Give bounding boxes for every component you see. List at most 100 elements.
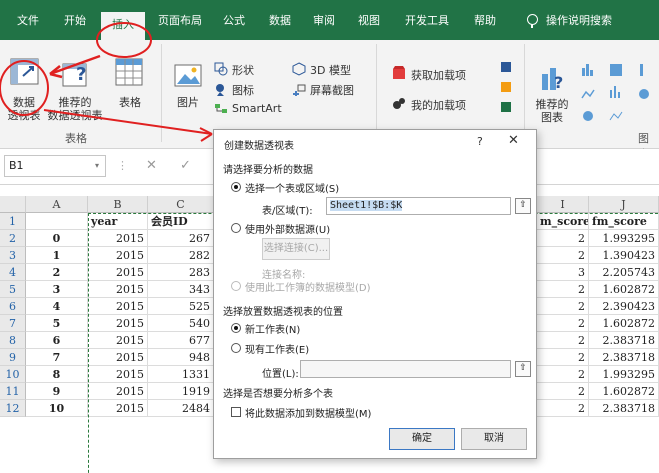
collapse-dialog-icon[interactable]: ⇧	[515, 198, 531, 214]
radio-select-range[interactable]	[231, 182, 241, 192]
cell[interactable]: 2015	[88, 332, 148, 349]
range-input[interactable]: Sheet1!$B:$K	[326, 197, 511, 215]
tab-review[interactable]: 审阅	[309, 9, 339, 33]
cell[interactable]: 2015	[88, 315, 148, 332]
radio-existing-worksheet[interactable]	[231, 343, 241, 353]
cell[interactable]: 2.383718	[589, 349, 659, 366]
tab-help[interactable]: 帮助	[470, 9, 500, 33]
tab-page-layout[interactable]: 页面布局	[153, 9, 207, 33]
cell[interactable]: 267	[148, 230, 214, 247]
cell[interactable]: 1.390423	[589, 247, 659, 264]
cell[interactable]: 2015	[88, 281, 148, 298]
cell[interactable]: 2015	[88, 366, 148, 383]
column-header[interactable]: J	[589, 196, 659, 213]
cell[interactable]: 948	[148, 349, 214, 366]
tab-developer[interactable]: 开发工具	[400, 9, 454, 33]
row-header[interactable]: 9	[0, 349, 26, 366]
cell[interactable]: 9	[26, 383, 88, 400]
drag-handle-icon[interactable]: ⋮	[117, 159, 128, 172]
shapes-button[interactable]: 形状	[232, 62, 254, 78]
cell[interactable]: 677	[148, 332, 214, 349]
row-header[interactable]: 10	[0, 366, 26, 383]
cell[interactable]: 2.205743	[589, 264, 659, 281]
help-icon[interactable]: ?	[477, 135, 483, 148]
cell[interactable]: 283	[148, 264, 214, 281]
cancel-button[interactable]: 取消	[461, 428, 527, 450]
row-header[interactable]: 4	[0, 264, 26, 281]
cell[interactable]: 2	[537, 349, 589, 366]
cell[interactable]: 2.390423	[589, 298, 659, 315]
cell[interactable]: 1919	[148, 383, 214, 400]
close-icon[interactable]: ✕	[508, 133, 519, 148]
cell[interactable]: year	[88, 213, 148, 230]
my-addins-button[interactable]: 我的加载项	[411, 97, 466, 113]
cell[interactable]: 1.602872	[589, 281, 659, 298]
get-addins-button[interactable]: 获取加载项	[411, 67, 466, 83]
location-input[interactable]	[300, 360, 511, 378]
cell[interactable]: 525	[148, 298, 214, 315]
radio-new-worksheet[interactable]	[231, 323, 241, 333]
cell[interactable]: 2	[537, 383, 589, 400]
cell[interactable]: 2	[537, 366, 589, 383]
row-header[interactable]: 6	[0, 298, 26, 315]
cell[interactable]: 2	[537, 298, 589, 315]
tab-view[interactable]: 视图	[354, 9, 384, 33]
cell[interactable]: 2	[537, 281, 589, 298]
recommended-charts-button[interactable]: 推荐的 图表	[532, 98, 572, 124]
tab-file[interactable]: 文件	[10, 9, 46, 33]
select-all-corner[interactable]	[0, 196, 26, 213]
cell[interactable]: 4	[26, 298, 88, 315]
cell[interactable]: 2	[537, 247, 589, 264]
name-box[interactable]: B1 ▾	[4, 155, 106, 177]
cell[interactable]: 2484	[148, 400, 214, 417]
cell[interactable]: 2	[537, 230, 589, 247]
cell[interactable]: 2015	[88, 400, 148, 417]
cell[interactable]: 1.993295	[589, 366, 659, 383]
tab-home[interactable]: 开始	[58, 9, 92, 33]
cell[interactable]: 1331	[148, 366, 214, 383]
cell[interactable]: 2015	[88, 298, 148, 315]
add-to-data-model-checkbox[interactable]	[231, 407, 241, 417]
cell[interactable]	[26, 213, 88, 230]
cell[interactable]: 2015	[88, 349, 148, 366]
cell[interactable]: 2015	[88, 264, 148, 281]
cell[interactable]: 2.383718	[589, 332, 659, 349]
cell[interactable]: 3	[537, 264, 589, 281]
column-header[interactable]: B	[88, 196, 148, 213]
row-header[interactable]: 11	[0, 383, 26, 400]
table-button[interactable]: 表格	[110, 96, 150, 109]
choose-connection-button[interactable]: 选择连接(C)...	[262, 238, 330, 260]
icons-button[interactable]: 图标	[232, 82, 254, 98]
row-header[interactable]: 5	[0, 281, 26, 298]
screenshot-button[interactable]: 屏幕截图	[310, 82, 354, 98]
enter-icon[interactable]: ✓	[180, 158, 191, 173]
column-header[interactable]: C	[148, 196, 214, 213]
cell[interactable]: 282	[148, 247, 214, 264]
tab-data[interactable]: 数据	[265, 9, 295, 33]
radio-external-source[interactable]	[231, 223, 241, 233]
cell[interactable]: 2015	[88, 383, 148, 400]
cell[interactable]: 10	[26, 400, 88, 417]
row-header[interactable]: 7	[0, 315, 26, 332]
tab-insert[interactable]: 插入	[101, 12, 145, 40]
chevron-down-icon[interactable]: ▾	[95, 156, 99, 176]
cell[interactable]: 8	[26, 366, 88, 383]
cell[interactable]: 2	[537, 315, 589, 332]
cell[interactable]: 3	[26, 281, 88, 298]
row-header[interactable]: 2	[0, 230, 26, 247]
cancel-icon[interactable]: ✕	[146, 158, 157, 173]
cell[interactable]: 2015	[88, 230, 148, 247]
cell[interactable]: m_score	[537, 213, 589, 230]
cell[interactable]: 会员ID	[148, 213, 214, 230]
cell[interactable]: 1.993295	[589, 230, 659, 247]
cell[interactable]: 7	[26, 349, 88, 366]
cell[interactable]: fm_score	[589, 213, 659, 230]
row-header[interactable]: 8	[0, 332, 26, 349]
cell[interactable]: 2	[537, 332, 589, 349]
ok-button[interactable]: 确定	[389, 428, 455, 450]
cell[interactable]: 2.383718	[589, 400, 659, 417]
cell[interactable]: 2	[26, 264, 88, 281]
radio-data-model[interactable]	[231, 281, 241, 291]
collapse-dialog-icon[interactable]: ⇧	[515, 361, 531, 377]
cell[interactable]: 343	[148, 281, 214, 298]
